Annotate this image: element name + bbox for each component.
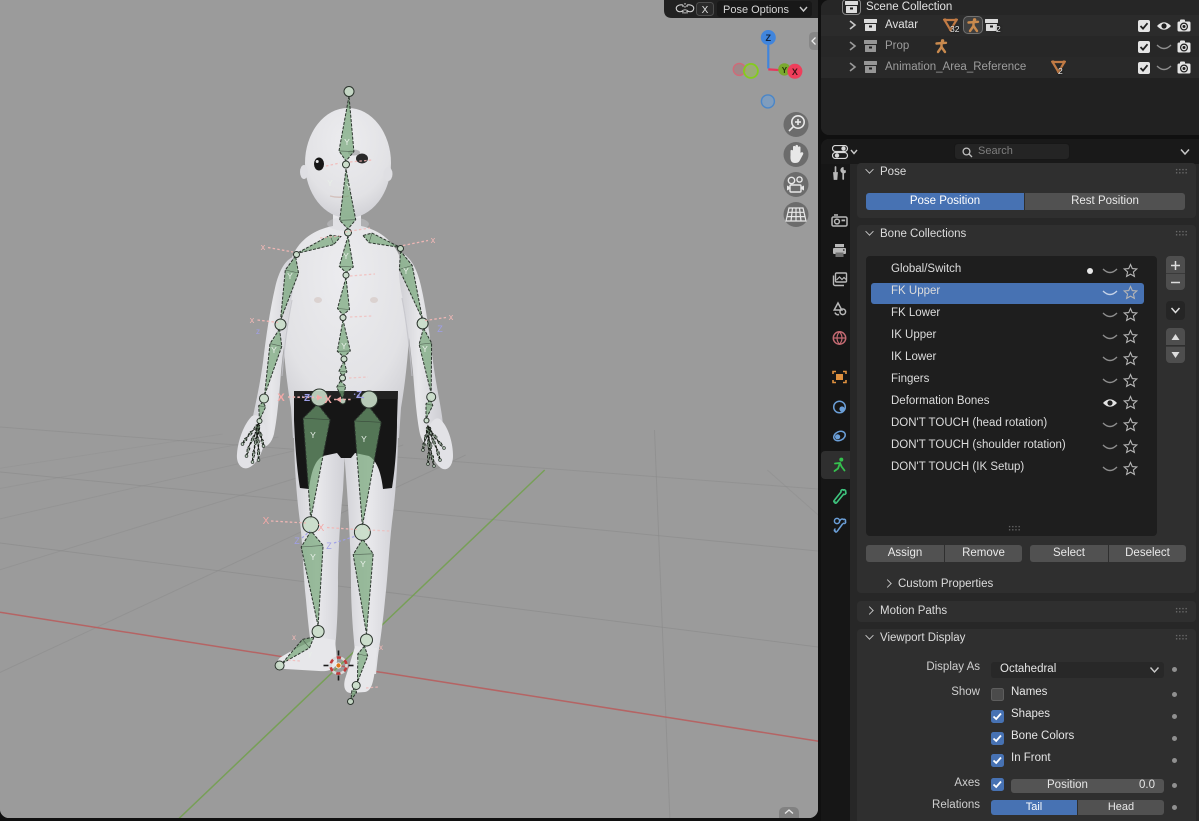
svg-text:X: X: [324, 394, 332, 406]
svg-text:X: X: [318, 523, 325, 534]
svg-text:Z: Z: [294, 536, 300, 546]
svg-text:X: X: [263, 516, 270, 527]
svg-text:Y: Y: [422, 344, 428, 354]
svg-text:y: y: [355, 659, 359, 666]
svg-text:Y: Y: [341, 341, 347, 351]
svg-text:x: x: [431, 235, 436, 245]
svg-text:x: x: [379, 643, 383, 652]
svg-text:Pose Options: Pose Options: [723, 4, 790, 16]
svg-text:x: x: [292, 633, 296, 642]
svg-text:Y: Y: [346, 182, 352, 192]
svg-text:Y: Y: [361, 434, 367, 444]
svg-text:Y: Y: [403, 266, 409, 276]
svg-text:Y: Y: [360, 559, 366, 569]
svg-text:Y: Y: [782, 66, 788, 75]
svg-text:x: x: [250, 315, 255, 325]
svg-text:Y: Y: [271, 345, 277, 355]
svg-text:Y: Y: [343, 251, 349, 261]
svg-text:Z: Z: [304, 393, 310, 404]
svg-text:Z: Z: [326, 541, 332, 551]
svg-text:X: X: [277, 392, 285, 404]
svg-text:Y: Y: [310, 552, 316, 562]
svg-text:y: y: [308, 651, 312, 658]
svg-text:x: x: [261, 242, 266, 252]
svg-text:Y: Y: [310, 430, 316, 440]
svg-text:z: z: [256, 327, 260, 336]
svg-text:Z: Z: [437, 324, 443, 334]
svg-text:X: X: [702, 5, 709, 16]
svg-text:Y: Y: [327, 178, 333, 188]
svg-text:Y: Y: [344, 137, 350, 147]
svg-text:Z: Z: [766, 33, 772, 43]
svg-text:X: X: [792, 67, 798, 77]
svg-text:Y: Y: [287, 271, 293, 281]
svg-text:x: x: [449, 312, 454, 322]
